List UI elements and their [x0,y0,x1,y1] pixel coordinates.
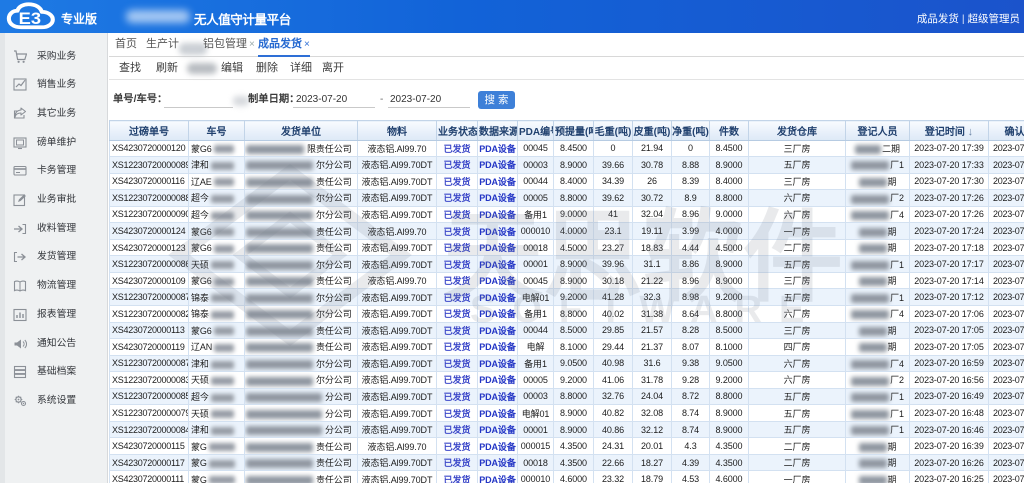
svg-text:E3: E3 [19,9,42,28]
